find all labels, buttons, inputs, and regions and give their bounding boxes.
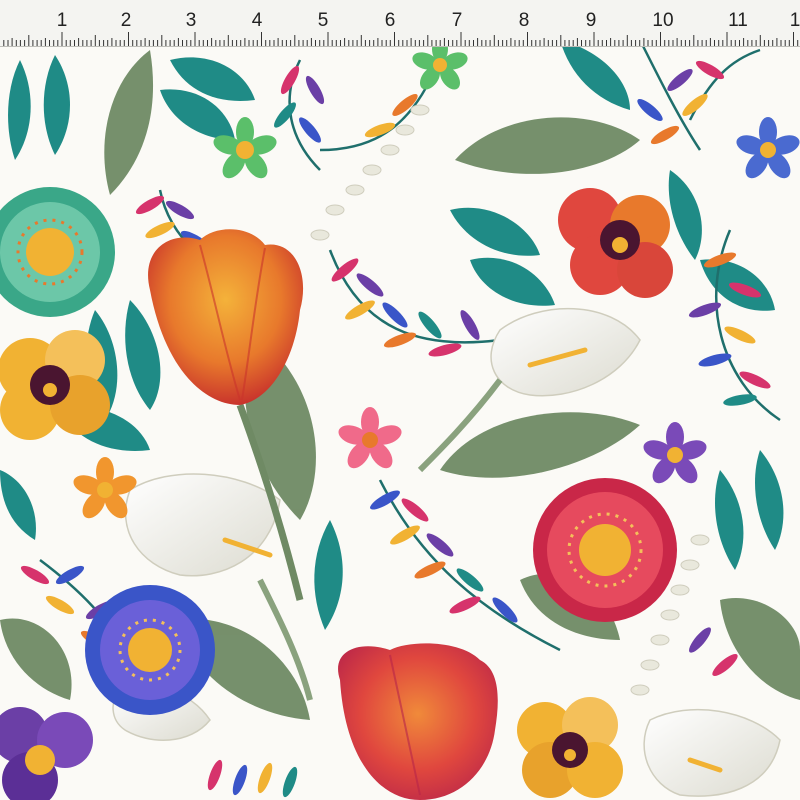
ruler-mark: 8 xyxy=(518,10,530,31)
ruler-mark: 1 xyxy=(56,10,68,31)
pansy-icon xyxy=(517,697,623,798)
ruler-mark: 7 xyxy=(451,10,463,31)
pansy-icon xyxy=(0,330,110,440)
ruler-mark: 1 xyxy=(789,10,800,31)
floral-fabric-print xyxy=(0,0,800,800)
ruler-mark: 10 xyxy=(652,10,674,31)
fabric-swatch: 1 2 3 4 5 6 7 8 9 10 11 1 xyxy=(0,0,800,800)
ruler-mark: 4 xyxy=(251,10,263,31)
daisy-icon xyxy=(85,585,215,715)
measurement-ruler: 1 2 3 4 5 6 7 8 9 10 11 1 xyxy=(0,0,800,47)
daisy-icon xyxy=(533,478,677,622)
ruler-mark: 6 xyxy=(384,10,396,31)
ruler-mark: 2 xyxy=(120,10,132,31)
ruler-mark: 9 xyxy=(585,10,597,31)
ruler-mark: 3 xyxy=(185,10,197,31)
ruler-mark: 11 xyxy=(728,10,748,31)
ruler-mark: 5 xyxy=(317,10,329,31)
pansy-icon xyxy=(558,188,673,298)
